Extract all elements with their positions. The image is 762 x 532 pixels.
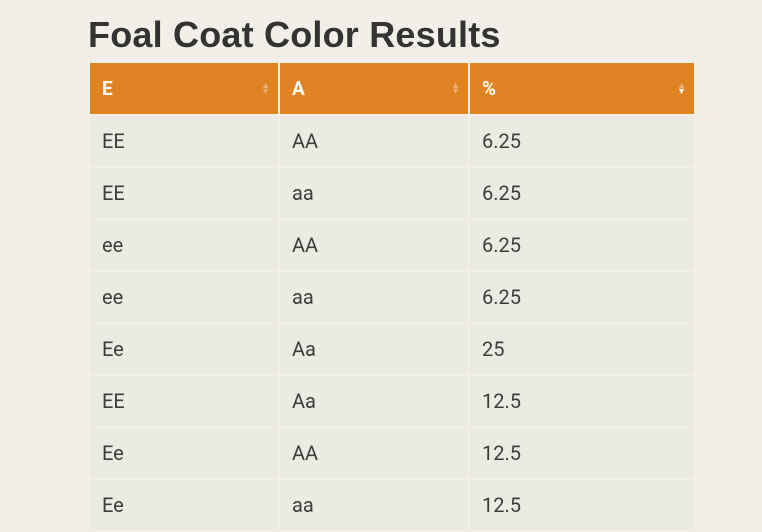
sort-icon: ▲ ▼ <box>451 83 460 95</box>
column-header-pct[interactable]: % ▲ ▼ <box>470 63 694 114</box>
table-row: ee AA 6.25 <box>90 220 694 270</box>
cell-e: Ee <box>90 428 278 478</box>
cell-e: EE <box>90 116 278 166</box>
cell-a: aa <box>280 168 468 218</box>
results-table: E ▲ ▼ A ▲ ▼ % ▲ ▼ <box>88 61 696 532</box>
table-row: ee aa 6.25 <box>90 272 694 322</box>
cell-a: Aa <box>280 376 468 426</box>
sort-desc-icon: ▼ <box>451 89 460 95</box>
cell-a: AA <box>280 220 468 270</box>
cell-a: Aa <box>280 324 468 374</box>
cell-pct: 12.5 <box>470 376 694 426</box>
table-body: EE AA 6.25 EE aa 6.25 ee AA 6.25 ee aa 6… <box>90 116 694 530</box>
table-row: EE aa 6.25 <box>90 168 694 218</box>
cell-pct: 12.5 <box>470 428 694 478</box>
cell-a: aa <box>280 480 468 530</box>
sort-desc-icon: ▼ <box>261 89 270 95</box>
cell-pct: 6.25 <box>470 168 694 218</box>
cell-pct: 25 <box>470 324 694 374</box>
results-panel: Foal Coat Color Results E ▲ ▼ A ▲ ▼ <box>0 0 762 532</box>
table-row: EE Aa 12.5 <box>90 376 694 426</box>
column-header-a[interactable]: A ▲ ▼ <box>280 63 468 114</box>
sort-desc-icon: ▼ <box>677 89 686 95</box>
sort-icon: ▲ ▼ <box>261 83 270 95</box>
cell-e: Ee <box>90 480 278 530</box>
cell-pct: 6.25 <box>470 272 694 322</box>
page-title: Foal Coat Color Results <box>0 0 762 61</box>
column-header-label: A <box>292 77 305 100</box>
column-header-e[interactable]: E ▲ ▼ <box>90 63 278 114</box>
table-header: E ▲ ▼ A ▲ ▼ % ▲ ▼ <box>90 63 694 114</box>
cell-e: ee <box>90 220 278 270</box>
cell-pct: 12.5 <box>470 480 694 530</box>
cell-a: AA <box>280 116 468 166</box>
sort-icon: ▲ ▼ <box>677 83 686 95</box>
cell-a: AA <box>280 428 468 478</box>
cell-e: EE <box>90 168 278 218</box>
cell-pct: 6.25 <box>470 116 694 166</box>
table-row: Ee Aa 25 <box>90 324 694 374</box>
cell-e: ee <box>90 272 278 322</box>
cell-a: aa <box>280 272 468 322</box>
cell-e: EE <box>90 376 278 426</box>
table-row: EE AA 6.25 <box>90 116 694 166</box>
table-header-row: E ▲ ▼ A ▲ ▼ % ▲ ▼ <box>90 63 694 114</box>
column-header-label: % <box>482 77 496 100</box>
table-row: Ee aa 12.5 <box>90 480 694 530</box>
table-row: Ee AA 12.5 <box>90 428 694 478</box>
column-header-label: E <box>102 77 113 100</box>
cell-pct: 6.25 <box>470 220 694 270</box>
cell-e: Ee <box>90 324 278 374</box>
